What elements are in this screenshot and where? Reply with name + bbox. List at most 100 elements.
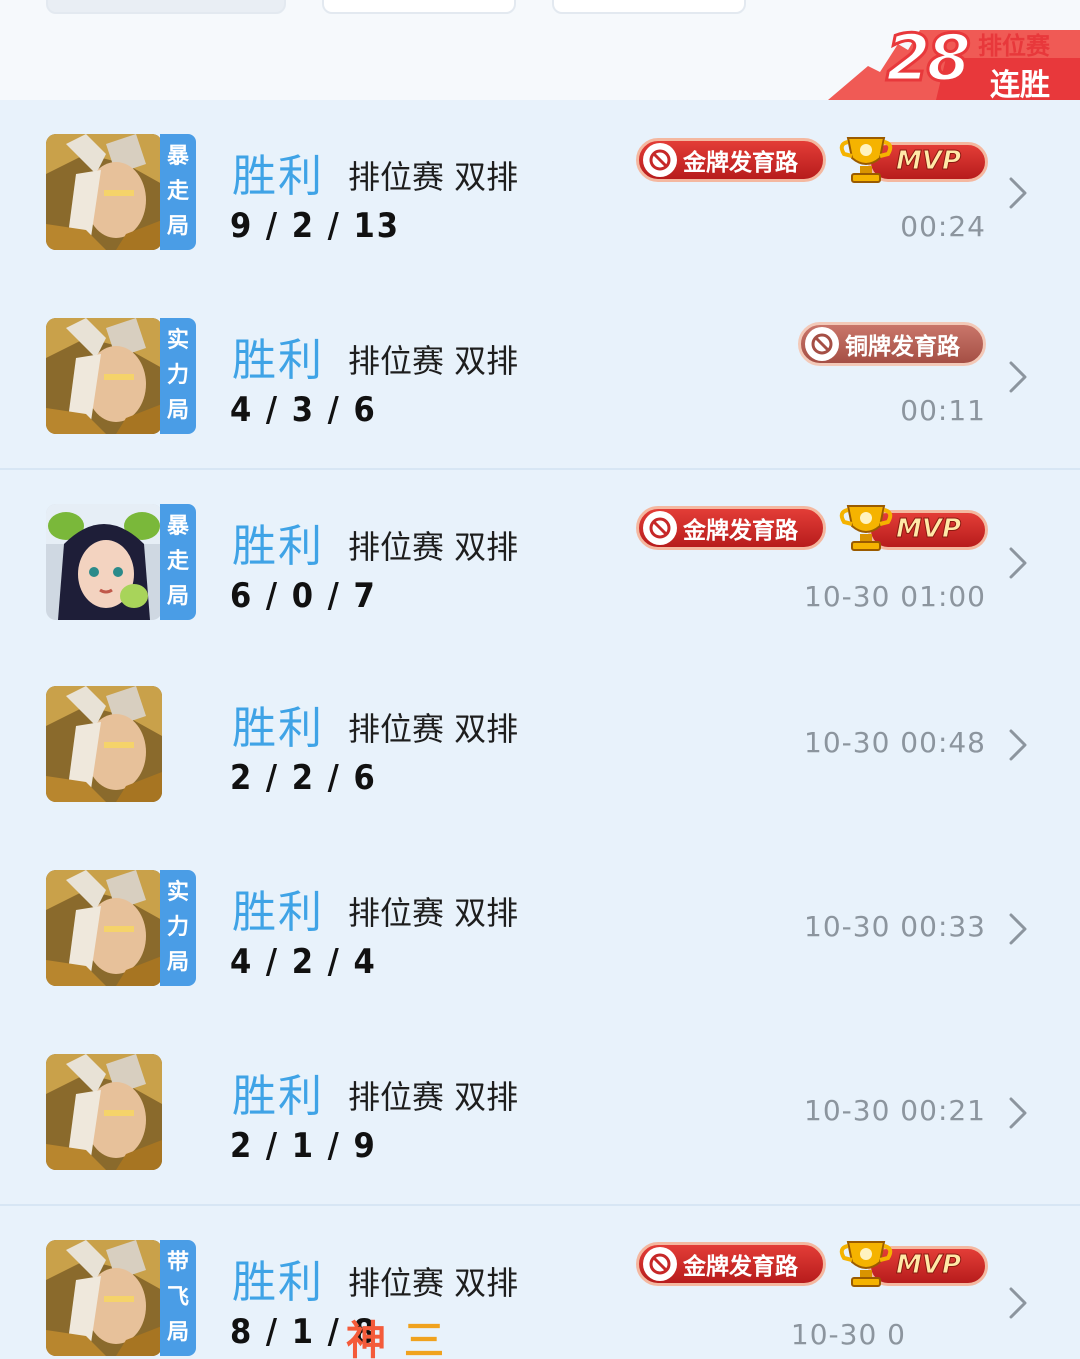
kda: 6 / 0 / 7 xyxy=(230,576,377,616)
route-badge: 金牌发育路 xyxy=(636,138,826,182)
trophy-icon xyxy=(839,505,893,551)
match-result: 胜利 xyxy=(232,1257,324,1308)
match-row[interactable]: 暴 走 局 胜利 排位赛 双排 6 / 0 / 7 金牌发育路 MVP 10-3… xyxy=(0,468,1080,652)
match-time: 10-30 0 xyxy=(790,1318,906,1351)
match-time: 10-30 00:33 xyxy=(804,910,986,943)
match-mode: 排位赛 双排 xyxy=(348,1264,519,1302)
kda: 9 / 2 / 13 xyxy=(230,206,401,246)
trophy-icon xyxy=(839,1241,893,1287)
match-time: 10-30 00:48 xyxy=(804,726,986,759)
match-result: 胜利 xyxy=(232,703,324,754)
chevron-right-icon[interactable] xyxy=(1008,912,1028,946)
filter-tab-3[interactable] xyxy=(552,0,746,14)
streak-label-wins: 连胜 xyxy=(990,68,1050,103)
mode-tag-char: 力 xyxy=(166,362,189,388)
mode-tag-char: 飞 xyxy=(166,1284,189,1310)
chevron-right-icon[interactable] xyxy=(1008,1286,1028,1320)
mvp-badge: MVP xyxy=(838,1238,988,1288)
mode-tag-char: 走 xyxy=(166,178,189,204)
mode-tag-char: 实 xyxy=(166,328,189,354)
mode-tag: 实 力 局 xyxy=(160,318,196,434)
mode-tag: 实 力 局 xyxy=(160,870,196,986)
chevron-right-icon[interactable] xyxy=(1008,176,1028,210)
hero-armored-warrior-icon xyxy=(46,134,162,250)
kda: 2 / 2 / 6 xyxy=(230,758,377,798)
chevron-right-icon[interactable] xyxy=(1008,546,1028,580)
match-time: 10-30 01:00 xyxy=(804,580,986,613)
route-badge: 铜牌发育路 xyxy=(798,322,986,366)
route-badge: 金牌发育路 xyxy=(636,506,826,550)
mode-tag-char: 带 xyxy=(166,1250,189,1276)
route-badge: 金牌发育路 xyxy=(636,1242,826,1286)
kda: 4 / 3 / 6 xyxy=(230,390,377,430)
no-entry-icon xyxy=(643,1247,677,1281)
match-history-list: 暴 走 局 胜利 排位赛 双排 9 / 2 / 13 金牌发育路 MVP 00:… xyxy=(0,100,1080,1359)
mvp-label: MVP xyxy=(895,146,962,177)
mode-tag-char: 实 xyxy=(166,880,189,906)
match-time: 00:11 xyxy=(900,394,986,427)
mvp-label: MVP xyxy=(895,514,962,545)
kda: 2 / 1 / 9 xyxy=(230,1126,377,1166)
top-filter-bar: 28 排位赛 连胜 xyxy=(0,0,1080,103)
match-mode: 排位赛 双排 xyxy=(348,528,519,566)
hero-armored-warrior-icon xyxy=(46,686,162,802)
hero-armored-warrior-icon xyxy=(46,318,162,434)
kda: 4 / 2 / 4 xyxy=(230,942,377,982)
match-mode: 排位赛 双排 xyxy=(348,710,519,748)
match-result: 胜利 xyxy=(232,1071,324,1122)
mode-tag-char: 暴 xyxy=(166,514,189,540)
match-mode: 排位赛 双排 xyxy=(348,342,519,380)
match-row[interactable]: 胜利 排位赛 双排 2 / 1 / 9 10-30 00:21 xyxy=(0,1020,1080,1204)
chevron-right-icon[interactable] xyxy=(1008,1096,1028,1130)
mode-tag-char: 局 xyxy=(166,397,189,423)
match-mode: 排位赛 双排 xyxy=(348,158,519,196)
match-row[interactable]: 实 力 局 胜利 排位赛 双排 4 / 3 / 6 铜牌发育路 00:11 xyxy=(0,284,1080,468)
route-badge-label: 金牌发育路 xyxy=(683,1254,798,1280)
mvp-badge: MVP xyxy=(838,502,988,552)
mode-tag-char: 局 xyxy=(166,949,189,975)
mode-tag: 暴 走 局 xyxy=(160,504,196,620)
route-badge-label: 铜牌发育路 xyxy=(845,334,960,360)
mode-tag-char: 力 xyxy=(166,914,189,940)
match-result: 胜利 xyxy=(232,335,324,386)
filter-tab-2[interactable] xyxy=(322,0,516,14)
mode-tag: 带 飞 局 xyxy=(160,1240,196,1356)
match-result: 胜利 xyxy=(232,151,324,202)
route-badge-label: 金牌发育路 xyxy=(683,518,798,544)
match-row[interactable]: 胜利 排位赛 双排 2 / 2 / 6 10-30 00:48 xyxy=(0,652,1080,836)
mode-tag-char: 走 xyxy=(166,548,189,574)
mode-tag: 暴 走 局 xyxy=(160,134,196,250)
mode-tag-char: 暴 xyxy=(166,144,189,170)
chevron-right-icon[interactable] xyxy=(1008,728,1028,762)
route-badge-label: 金牌发育路 xyxy=(683,150,798,176)
match-result: 胜利 xyxy=(232,521,324,572)
kill-streak-label: 神 xyxy=(346,1318,386,1359)
match-row[interactable]: 暴 走 局 胜利 排位赛 双排 9 / 2 / 13 金牌发育路 MVP 00:… xyxy=(0,100,1080,284)
mode-tag-char: 局 xyxy=(166,583,189,609)
mvp-badge: MVP xyxy=(838,134,988,184)
no-entry-icon xyxy=(805,327,839,361)
chevron-right-icon[interactable] xyxy=(1008,360,1028,394)
hero-armored-warrior-icon xyxy=(46,870,162,986)
mode-tag-char: 局 xyxy=(166,1319,189,1345)
match-time: 10-30 00:21 xyxy=(804,1094,986,1127)
streak-label-ranked: 排位赛 xyxy=(978,32,1050,60)
multikill-label: 三 xyxy=(404,1318,444,1359)
match-row[interactable]: 带 飞 局 胜利 排位赛 双排 8 / 1 / 8 神 三 金牌发育路 MVP … xyxy=(0,1204,1080,1359)
filter-tab-1[interactable] xyxy=(46,0,286,14)
win-streak-banner: 28 排位赛 连胜 xyxy=(828,21,1080,103)
mvp-label: MVP xyxy=(895,1250,962,1281)
mode-tag-char: 局 xyxy=(166,213,189,239)
match-mode: 排位赛 双排 xyxy=(348,1078,519,1116)
no-entry-icon xyxy=(643,143,677,177)
hero-armored-warrior-icon xyxy=(46,1240,162,1356)
streak-count: 28 xyxy=(884,21,972,98)
no-entry-icon xyxy=(643,511,677,545)
trophy-icon xyxy=(839,137,893,183)
match-row[interactable]: 实 力 局 胜利 排位赛 双排 4 / 2 / 4 10-30 00:33 xyxy=(0,836,1080,1020)
match-result: 胜利 xyxy=(232,887,324,938)
match-time: 00:24 xyxy=(900,210,986,243)
hero-green-hair-girl-icon xyxy=(46,504,162,620)
hero-armored-warrior-icon xyxy=(46,1054,162,1170)
match-mode: 排位赛 双排 xyxy=(348,894,519,932)
